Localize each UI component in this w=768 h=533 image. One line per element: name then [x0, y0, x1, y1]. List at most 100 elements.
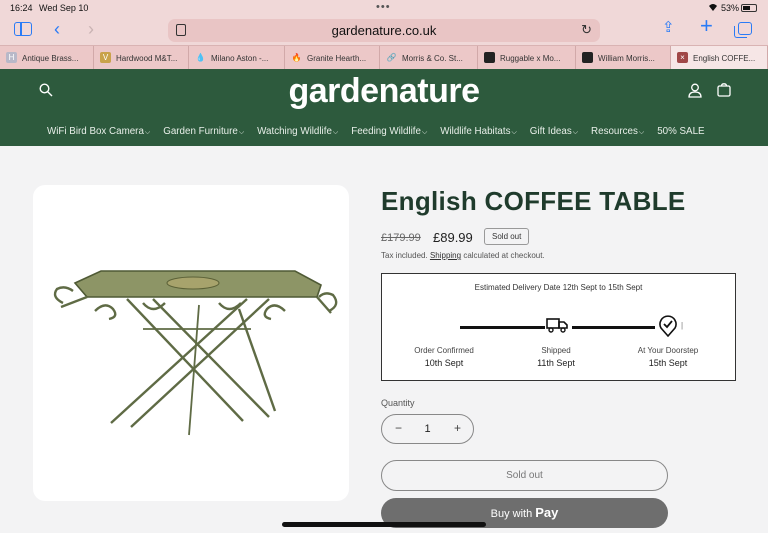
location-check-icon: [659, 315, 677, 337]
nav-item-label: 50% SALE: [657, 126, 705, 137]
progress-end-tick: |: [681, 321, 684, 330]
nav-item-label: Watching Wildlife: [257, 126, 332, 137]
progress-line: [460, 326, 545, 329]
tab-favicon-icon: 💧: [195, 52, 206, 63]
nav-item[interactable]: Garden Furniture⌵: [163, 126, 244, 137]
step-date: 15th Sept: [648, 358, 688, 368]
product-title: English COFFEE TABLE: [381, 186, 686, 216]
browser-tab[interactable]: Ruggable x Mo...: [478, 46, 576, 69]
wifi-icon: [709, 4, 717, 11]
share-icon[interactable]: ⇪: [662, 20, 675, 36]
step-label: Shipped: [541, 346, 571, 355]
account-icon[interactable]: [688, 83, 702, 98]
tab-label: English COFFE...: [693, 54, 756, 63]
address-bar[interactable]: gardenature.co.uk ↻: [168, 19, 600, 42]
browser-tab[interactable]: 💧 Milano Aston -...: [189, 46, 285, 69]
tab-favicon-icon: H: [6, 52, 17, 63]
nav-item[interactable]: 50% SALE: [657, 126, 704, 137]
back-chevron-icon[interactable]: ‹: [54, 20, 60, 38]
quantity-stepper: − 1 +: [381, 414, 474, 444]
delivery-estimate-box: Estimated Delivery Date 12th Sept to 15t…: [381, 273, 736, 381]
nav-item[interactable]: Feeding Wildlife⌵: [351, 126, 427, 137]
chevron-down-icon: ⌵: [144, 129, 151, 136]
browser-tab[interactable]: × English COFFE...: [671, 46, 768, 69]
battery-icon: [741, 4, 757, 12]
nav-item-label: Wildlife Habitats: [440, 126, 511, 137]
chevron-down-icon: ⌵: [332, 129, 339, 136]
chevron-down-icon: ⌵: [572, 129, 579, 136]
step-label: At Your Doorstep: [637, 346, 699, 355]
buy-with-text: Buy with: [490, 508, 533, 520]
status-date: Wed Sep 10: [39, 3, 89, 13]
coffee-table-illustration: [53, 270, 338, 436]
tab-favicon-icon: [582, 52, 593, 63]
new-tab-plus-icon[interactable]: +: [700, 15, 713, 37]
tab-overview-icon[interactable]: [734, 22, 752, 38]
step-date: 10th Sept: [424, 358, 464, 368]
quantity-label: Quantity: [381, 398, 415, 408]
reload-icon[interactable]: ↻: [581, 22, 592, 38]
url-text: gardenature.co.uk: [331, 23, 437, 38]
sold-out-badge: Sold out: [484, 228, 530, 245]
status-time: 16:24: [10, 3, 33, 13]
main-nav: WiFi Bird Box Camera⌵ Garden Furniture⌵ Wa…: [47, 126, 718, 137]
nav-item[interactable]: Gift Ideas⌵: [530, 126, 578, 137]
nav-item[interactable]: Resources⌵: [591, 126, 644, 137]
tab-strip: H Antique Brass... V Hardwood M&T... 💧 Milano…: [0, 45, 768, 69]
site-logo[interactable]: gardenature: [0, 72, 768, 111]
quantity-increase-button[interactable]: +: [454, 421, 461, 435]
tab-label: Granite Hearth...: [307, 54, 367, 63]
battery-percent: 53%: [721, 3, 740, 13]
nav-item-label: Garden Furniture: [163, 126, 238, 137]
chevron-down-icon: ⌵: [638, 129, 645, 136]
nav-item[interactable]: Wildlife Habitats⌵: [440, 126, 517, 137]
sidebar-toggle-icon[interactable]: [14, 22, 32, 36]
sale-price: £89.99: [433, 230, 473, 245]
nav-item-label: WiFi Bird Box Camera: [47, 126, 144, 137]
status-bar: 16:24 Wed Sep 10 ••• 53%: [0, 0, 768, 16]
tab-favicon-icon: ×: [677, 52, 688, 63]
tab-label: Hardwood M&T...: [116, 54, 178, 63]
browser-tab[interactable]: 🔗 Morris & Co. St...: [380, 46, 478, 69]
multitasking-dots-icon[interactable]: •••: [376, 1, 391, 13]
nav-item[interactable]: Watching Wildlife⌵: [257, 126, 338, 137]
shipping-link[interactable]: Shipping: [430, 251, 461, 260]
progress-line: [572, 326, 655, 329]
nav-item[interactable]: WiFi Bird Box Camera⌵: [47, 126, 150, 137]
tax-prefix: Tax included.: [381, 251, 428, 260]
tab-favicon-icon: 🔗: [386, 52, 397, 63]
tax-note: Tax included. Shipping calculated at che…: [381, 251, 545, 260]
browser-tab[interactable]: V Hardwood M&T...: [94, 46, 189, 69]
step-label: Order Confirmed: [414, 346, 474, 355]
forward-chevron-icon[interactable]: ›: [88, 20, 94, 38]
tab-favicon-icon: 🔥: [291, 52, 302, 63]
step-date: 11th Sept: [537, 358, 575, 368]
home-indicator[interactable]: [282, 522, 486, 527]
delivery-estimate-text: Estimated Delivery Date 12th Sept to 15t…: [474, 283, 643, 292]
tab-label: Antique Brass...: [22, 54, 79, 63]
tax-suffix: calculated at checkout.: [463, 251, 545, 260]
nav-item-label: Gift Ideas: [529, 126, 572, 137]
tab-label: Milano Aston -...: [211, 54, 269, 63]
browser-toolbar: ‹ › gardenature.co.uk ↻ ⇪ +: [0, 15, 768, 45]
tab-label: Ruggable x Mo...: [500, 54, 561, 63]
browser-tab[interactable]: 🔥 Granite Hearth...: [285, 46, 380, 69]
product-image[interactable]: [33, 185, 349, 501]
delivery-step-shipped: Shipped 11th Sept: [506, 346, 606, 368]
browser-tab[interactable]: H Antique Brass...: [0, 46, 94, 69]
nav-item-label: Resources: [591, 126, 638, 137]
site-header: gardenature WiFi Bird Box Camera⌵ Garden …: [0, 69, 768, 146]
browser-tab[interactable]: William Morris...: [576, 46, 671, 69]
tab-favicon-icon: V: [100, 52, 111, 63]
apple-pay-text: Pay: [535, 505, 559, 520]
original-price: £179.99: [381, 232, 421, 244]
tab-label: William Morris...: [598, 54, 655, 63]
chevron-down-icon: ⌵: [511, 129, 517, 136]
cart-icon[interactable]: [717, 83, 731, 97]
sold-out-button[interactable]: Sold out: [381, 460, 668, 491]
delivery-step-order-confirmed: Order Confirmed 10th Sept: [394, 346, 494, 368]
nav-item-label: Feeding Wildlife: [351, 126, 421, 137]
tab-label: Morris & Co. St...: [402, 54, 463, 63]
delivery-step-doorstep: At Your Doorstep 15th Sept: [618, 346, 718, 368]
tab-favicon-icon: [484, 52, 495, 63]
